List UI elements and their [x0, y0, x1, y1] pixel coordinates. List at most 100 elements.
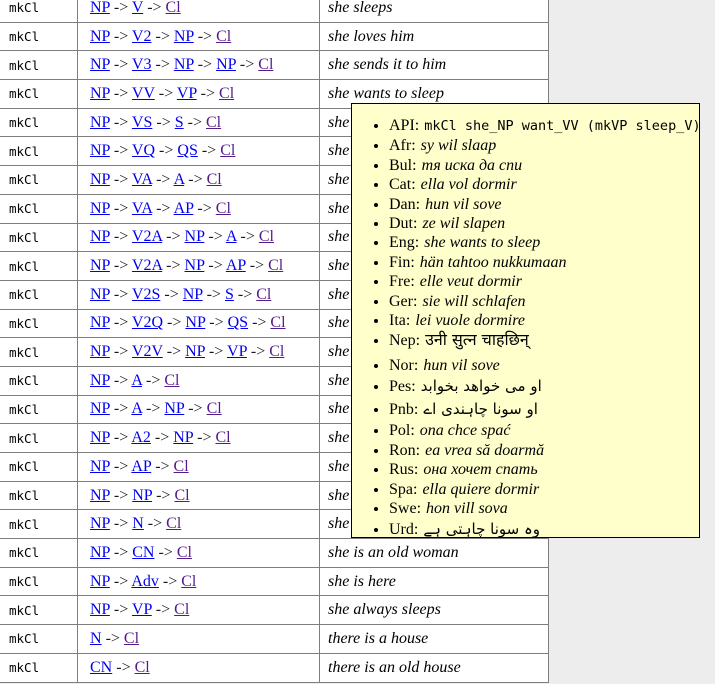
category-link-np[interactable]: NP — [90, 0, 110, 16]
category-link-np[interactable]: NP — [164, 400, 184, 417]
category-link-np[interactable]: NP — [90, 314, 110, 331]
category-link-vp[interactable]: VP — [132, 601, 152, 618]
category-link-va[interactable]: VA — [132, 171, 152, 188]
category-link-np[interactable]: NP — [185, 257, 205, 274]
category-link-s[interactable]: S — [175, 114, 184, 131]
category-link-cl[interactable]: Cl — [166, 515, 181, 532]
category-link-vp[interactable]: VP — [227, 343, 247, 360]
rule-cell: NP -> AP -> Cl — [78, 453, 320, 482]
category-link-cl[interactable]: Cl — [174, 458, 189, 475]
category-link-v2a[interactable]: V2A — [132, 257, 162, 274]
category-link-cl[interactable]: Cl — [135, 659, 150, 676]
category-link-v[interactable]: V — [132, 0, 143, 16]
category-link-cl[interactable]: Cl — [174, 601, 189, 618]
translation-entry-ita: Italei vuole dormire — [389, 311, 699, 330]
table-row: mkClCN -> Clthere is an old house — [0, 653, 549, 682]
category-link-vs[interactable]: VS — [132, 114, 152, 131]
category-link-vv[interactable]: VV — [132, 85, 155, 102]
category-link-cl[interactable]: Cl — [181, 573, 196, 590]
category-link-np[interactable]: NP — [185, 314, 205, 331]
category-link-a[interactable]: A — [174, 171, 185, 188]
category-link-np[interactable]: NP — [90, 200, 110, 217]
arrow-separator: -> — [110, 142, 132, 159]
category-link-v2q[interactable]: V2Q — [132, 314, 163, 331]
category-link-cl[interactable]: Cl — [166, 0, 181, 16]
example-sentence-cell: she always sleeps — [320, 596, 549, 625]
category-link-cn[interactable]: CN — [132, 544, 154, 561]
category-link-n[interactable]: N — [90, 630, 102, 647]
category-link-cl[interactable]: Cl — [216, 200, 231, 217]
category-link-np[interactable]: NP — [90, 487, 110, 504]
category-link-np[interactable]: NP — [174, 28, 194, 45]
category-link-np[interactable]: NP — [216, 56, 236, 73]
category-link-cl[interactable]: Cl — [216, 28, 231, 45]
category-link-cl[interactable]: Cl — [206, 114, 221, 131]
category-link-v2s[interactable]: V2S — [132, 286, 160, 303]
category-link-np[interactable]: NP — [90, 85, 110, 102]
category-link-np[interactable]: NP — [90, 544, 110, 561]
category-link-np[interactable]: NP — [183, 286, 203, 303]
category-link-np[interactable]: NP — [90, 573, 110, 590]
category-link-cl[interactable]: Cl — [124, 630, 139, 647]
category-link-qs[interactable]: QS — [177, 142, 197, 159]
category-link-ap[interactable]: AP — [131, 458, 151, 475]
category-link-a2[interactable]: A2 — [131, 429, 151, 446]
category-link-np[interactable]: NP — [90, 56, 110, 73]
category-link-np[interactable]: NP — [90, 343, 110, 360]
category-link-np[interactable]: NP — [90, 400, 110, 417]
category-link-va[interactable]: VA — [132, 200, 152, 217]
category-link-cl[interactable]: Cl — [268, 257, 283, 274]
rule-cell: NP -> VS -> S -> Cl — [78, 108, 320, 137]
category-link-qs[interactable]: QS — [228, 314, 248, 331]
category-link-np[interactable]: NP — [90, 114, 110, 131]
category-link-cl[interactable]: Cl — [219, 85, 234, 102]
category-link-ap[interactable]: AP — [226, 257, 246, 274]
category-link-cl[interactable]: Cl — [207, 400, 222, 417]
category-link-np[interactable]: NP — [90, 286, 110, 303]
category-link-np[interactable]: NP — [90, 142, 110, 159]
category-link-a[interactable]: A — [226, 228, 237, 245]
category-link-np[interactable]: NP — [132, 487, 152, 504]
category-link-np[interactable]: NP — [173, 429, 193, 446]
category-link-cl[interactable]: Cl — [174, 487, 189, 504]
category-link-np[interactable]: NP — [90, 257, 110, 274]
category-link-vp[interactable]: VP — [177, 85, 197, 102]
category-link-np[interactable]: NP — [90, 228, 110, 245]
category-link-cl[interactable]: Cl — [177, 544, 192, 561]
category-link-v2v[interactable]: V2V — [132, 343, 163, 360]
category-link-cl[interactable]: Cl — [258, 56, 273, 73]
category-link-np[interactable]: NP — [90, 28, 110, 45]
category-link-cl[interactable]: Cl — [256, 286, 271, 303]
category-link-cn[interactable]: CN — [90, 659, 112, 676]
category-link-cl[interactable]: Cl — [270, 314, 285, 331]
category-link-np[interactable]: NP — [90, 458, 110, 475]
category-link-v3[interactable]: V3 — [132, 56, 152, 73]
category-link-v2a[interactable]: V2A — [132, 228, 162, 245]
category-link-np[interactable]: NP — [90, 372, 110, 389]
category-link-ap[interactable]: AP — [174, 200, 194, 217]
category-link-cl[interactable]: Cl — [269, 343, 284, 360]
category-link-cl[interactable]: Cl — [259, 228, 274, 245]
category-link-cl[interactable]: Cl — [215, 429, 230, 446]
rule-cell: NP -> CN -> Cl — [78, 539, 320, 568]
category-link-np[interactable]: NP — [174, 56, 194, 73]
category-link-np[interactable]: NP — [185, 228, 205, 245]
category-link-cl[interactable]: Cl — [207, 171, 222, 188]
category-link-n[interactable]: N — [132, 515, 144, 532]
category-link-np[interactable]: NP — [90, 601, 110, 618]
category-link-a[interactable]: A — [131, 400, 142, 417]
category-link-cl[interactable]: Cl — [220, 142, 235, 159]
category-link-s[interactable]: S — [225, 286, 234, 303]
constructor-name-cell: mkCl — [0, 338, 78, 367]
category-link-np[interactable]: NP — [90, 429, 110, 446]
category-link-a[interactable]: A — [131, 372, 142, 389]
category-link-adv[interactable]: Adv — [131, 573, 159, 590]
category-link-v2[interactable]: V2 — [132, 28, 152, 45]
category-link-vq[interactable]: VQ — [132, 142, 155, 159]
category-link-np[interactable]: NP — [185, 343, 205, 360]
category-link-cl[interactable]: Cl — [164, 372, 179, 389]
category-link-np[interactable]: NP — [90, 515, 110, 532]
constructor-name-cell: mkCl — [0, 653, 78, 682]
category-link-np[interactable]: NP — [90, 171, 110, 188]
arrow-separator: -> — [152, 487, 174, 504]
